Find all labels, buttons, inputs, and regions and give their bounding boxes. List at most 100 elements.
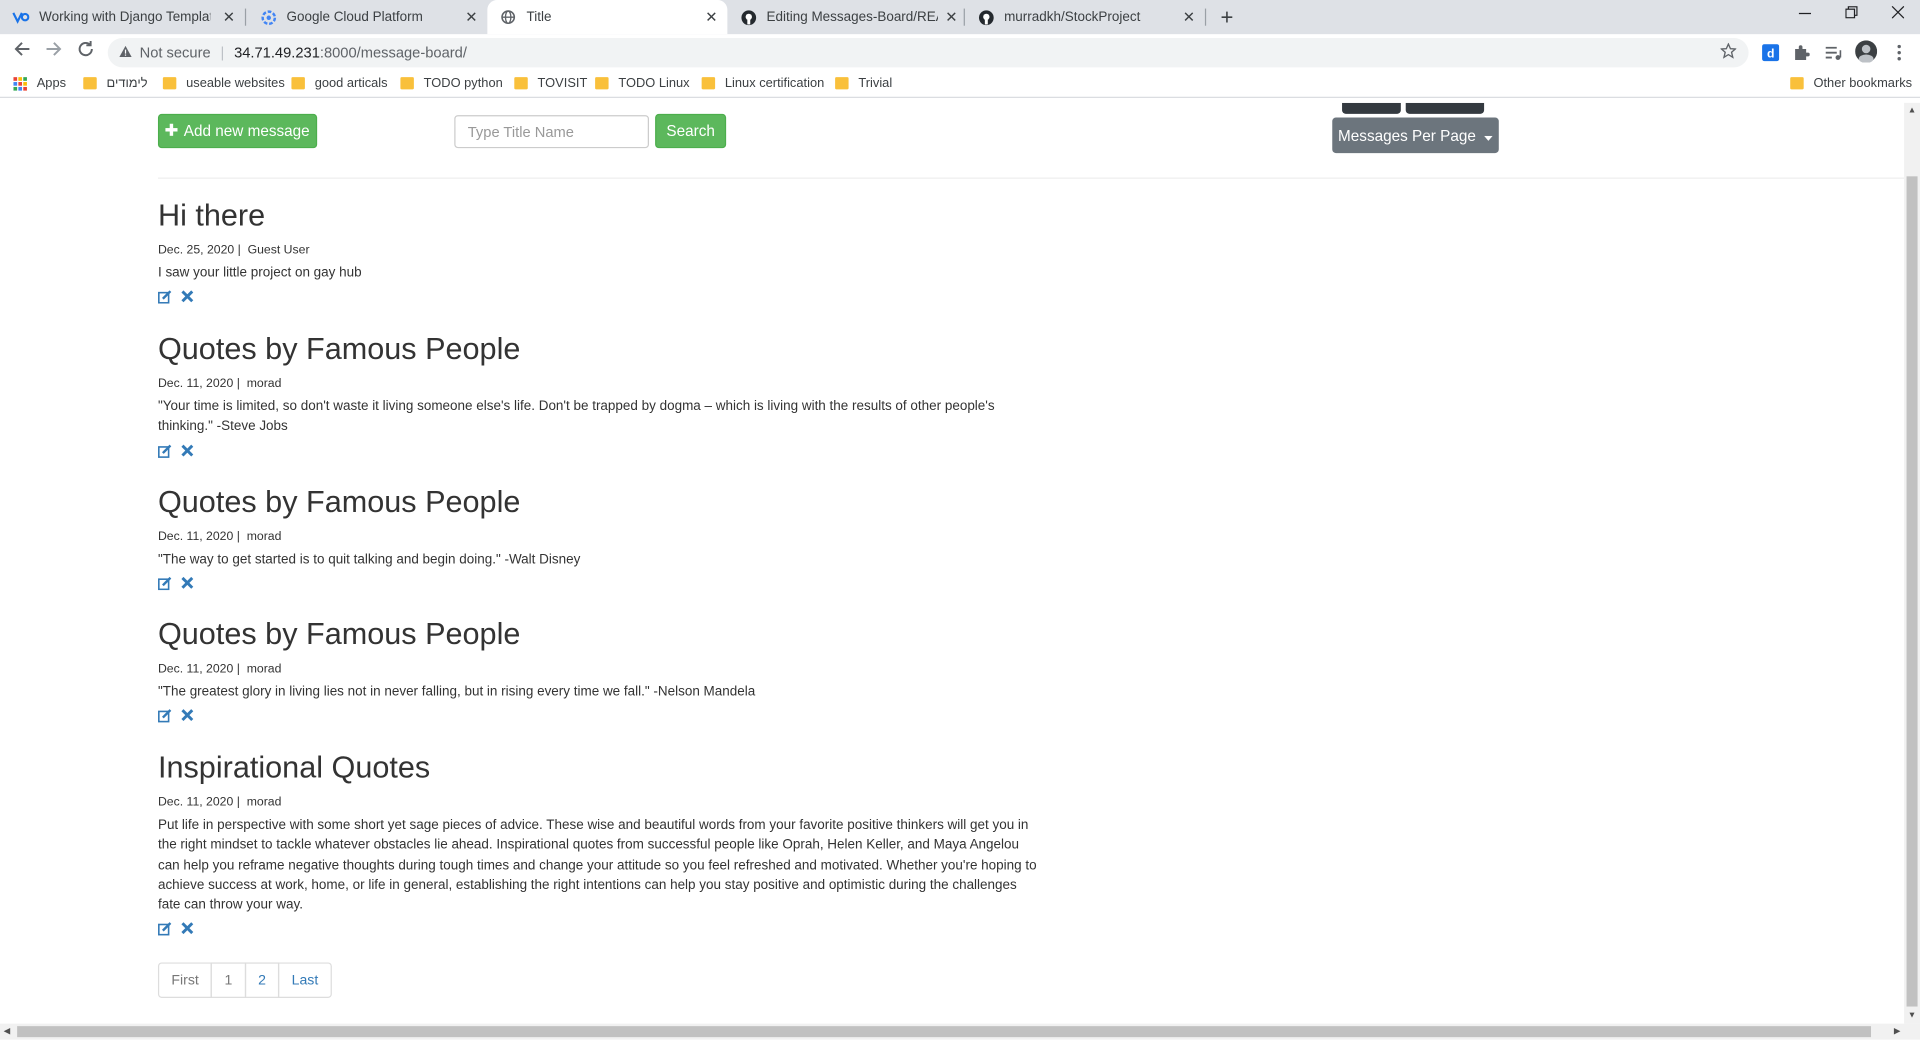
scroll-right-icon[interactable]: ▶: [1894, 1026, 1901, 1036]
omnibox-divider: |: [220, 44, 225, 62]
tab-github-stock[interactable]: murradkh/StockProject ✕: [965, 0, 1205, 34]
bookmark-folder[interactable]: TODO python: [400, 75, 503, 91]
message-date: Dec. 11, 2020: [157, 795, 234, 810]
bookmark-folder[interactable]: Trivial: [835, 76, 892, 91]
tab-separator: [1204, 8, 1207, 26]
message-body: I saw your little project on gay hub: [157, 265, 362, 281]
tab-title: murradkh/StockProject: [1004, 9, 1141, 25]
bookmark-folder[interactable]: TODO Linux: [595, 76, 690, 91]
edit-icon[interactable]: [158, 922, 172, 938]
bookmark-folder[interactable]: good articals: [291, 76, 388, 91]
edit-icon[interactable]: [158, 577, 172, 592]
minimize-icon[interactable]: [1793, 5, 1817, 22]
message-item: Quotes by Famous People Dec. 11, 2020 | …: [158, 484, 1040, 592]
tab-django[interactable]: Working with Django Templates & ✕: [0, 0, 245, 34]
message-author: morad: [246, 377, 282, 391]
bookmark-label: לימודים: [106, 75, 148, 91]
edit-icon[interactable]: [158, 444, 172, 459]
tab-strip: Working with Django Templates & ✕ Google…: [0, 0, 1920, 35]
message-actions: [158, 444, 1040, 459]
new-tab-button[interactable]: +: [1215, 5, 1239, 31]
page-viewport: Add new message Search Messages Per Page…: [0, 102, 1905, 1024]
vertical-scroll-thumb[interactable]: [1906, 176, 1918, 1007]
message-body: "The greatest glory in living lies not i…: [157, 684, 756, 700]
folder-icon: [83, 77, 97, 90]
bookmark-folder[interactable]: useable websites: [162, 75, 285, 91]
restore-icon[interactable]: [1839, 5, 1863, 22]
bookmark-label: Apps: [36, 75, 67, 91]
pagination-page-1[interactable]: 1: [211, 962, 246, 998]
reload-icon[interactable]: [73, 40, 97, 62]
extensions-puzzle-icon[interactable]: [1791, 43, 1811, 63]
scroll-up-icon[interactable]: ▲: [1908, 107, 1916, 116]
messages-per-page-dropdown[interactable]: Messages Per Page: [1332, 117, 1499, 154]
delete-icon[interactable]: [181, 577, 194, 592]
navbar-button-cut[interactable]: [1405, 102, 1485, 114]
tab-github-readme[interactable]: Editing Messages-Board/READM ✕: [727, 0, 967, 34]
forward-icon[interactable]: [42, 40, 66, 62]
delete-icon[interactable]: [181, 444, 194, 459]
folder-icon: [514, 77, 528, 90]
url-text[interactable]: 34.71.49.231:8000/message-board/: [234, 44, 467, 61]
address-bar[interactable]: Not secure | 34.71.49.231:8000/message-b…: [107, 37, 1749, 68]
vertical-scrollbar[interactable]: ▲ ▼: [1904, 102, 1920, 1024]
pagination-last[interactable]: Last: [278, 962, 332, 998]
message-actions: [158, 709, 1040, 724]
delete-icon[interactable]: [181, 290, 194, 306]
edit-icon[interactable]: [158, 709, 172, 724]
back-icon[interactable]: [10, 40, 34, 62]
bookmark-apps[interactable]: Apps: [13, 76, 66, 91]
pagination: First 1 2 Last: [157, 962, 332, 998]
search-input[interactable]: [454, 115, 649, 149]
bookmark-other[interactable]: Other bookmarks: [1790, 76, 1912, 91]
close-icon[interactable]: ✕: [1183, 9, 1195, 26]
folder-icon: [1790, 77, 1804, 90]
close-window-icon[interactable]: [1886, 5, 1910, 22]
close-icon[interactable]: ✕: [465, 9, 477, 26]
url-host: 34.71.49.231: [234, 44, 320, 62]
add-message-button[interactable]: Add new message: [157, 113, 318, 149]
bookmark-star-icon[interactable]: [1719, 42, 1738, 63]
dictionary-extension-icon[interactable]: d: [1761, 43, 1781, 63]
delete-icon[interactable]: [181, 709, 194, 724]
search-button[interactable]: Search: [655, 113, 727, 149]
horizontal-scrollbar[interactable]: ◀ ▶: [0, 1023, 1920, 1040]
pagination-first[interactable]: First: [157, 962, 213, 998]
dropdown-label: Messages Per Page: [1338, 126, 1476, 144]
message-meta: Dec. 25, 2020 | Guest User: [157, 243, 310, 258]
bookmark-folder[interactable]: Linux certification: [701, 76, 824, 91]
tab-title-active[interactable]: Title ✕: [487, 0, 728, 35]
message-author: Guest User: [247, 243, 310, 258]
scroll-left-icon[interactable]: ◀: [4, 1026, 11, 1036]
message-actions: [158, 290, 1040, 306]
security-label[interactable]: Not secure: [140, 44, 211, 61]
menu-kebab-icon[interactable]: [1889, 43, 1909, 63]
delete-icon[interactable]: [181, 922, 194, 938]
bookmark-label: TODO python: [423, 75, 503, 91]
navbar-button-cut[interactable]: [1342, 102, 1401, 114]
horizontal-scroll-thumb[interactable]: [17, 1026, 1872, 1038]
message-author: morad: [246, 530, 282, 544]
media-control-icon[interactable]: [1823, 43, 1843, 63]
github-icon: [977, 9, 994, 26]
scroll-down-icon[interactable]: ▼: [1908, 1011, 1916, 1020]
close-icon[interactable]: ✕: [945, 9, 957, 26]
folder-icon: [595, 77, 609, 90]
bookmarks-bar: Apps לימודים useable websites good artic…: [0, 71, 1920, 98]
tab-separator: [244, 8, 247, 26]
tab-title: Working with Django Templates &: [39, 9, 210, 25]
tab-gcp[interactable]: Google Cloud Platform ✕: [247, 0, 487, 34]
message-author: morad: [246, 662, 282, 676]
bookmark-label: useable websites: [186, 75, 285, 91]
message-title: Hi there: [157, 198, 266, 233]
pagination-page-2[interactable]: 2: [244, 962, 280, 998]
profile-avatar[interactable]: [1854, 39, 1878, 63]
edit-icon[interactable]: [158, 290, 172, 306]
folder-icon: [701, 77, 716, 90]
close-icon[interactable]: ✕: [223, 9, 235, 26]
bookmark-label: Trivial: [858, 75, 893, 91]
bookmark-folder[interactable]: לימודים: [83, 75, 148, 91]
close-icon[interactable]: ✕: [705, 9, 717, 26]
bookmark-label: Other bookmarks: [1813, 75, 1913, 91]
bookmark-folder[interactable]: TOVISIT: [514, 76, 587, 91]
